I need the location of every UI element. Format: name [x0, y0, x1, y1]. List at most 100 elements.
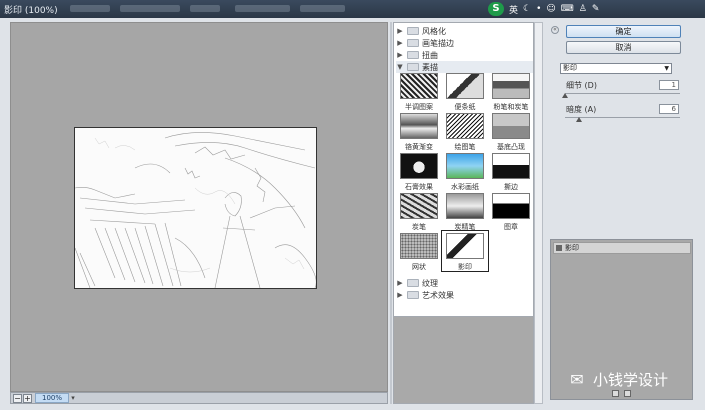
- category-stylize[interactable]: ▶ 风格化: [396, 25, 533, 37]
- folder-icon: [407, 51, 419, 59]
- category-brush-strokes[interactable]: ▶ 画笔描边: [396, 37, 533, 49]
- filter-thumb-bas-relief[interactable]: 基底凸现: [490, 113, 532, 152]
- thumb-label: 粉笔和炭笔: [493, 103, 529, 111]
- filter-thumb-photocopy[interactable]: 影印: [441, 230, 489, 272]
- thumb-label: 撕边: [504, 183, 518, 191]
- folder-icon: [407, 291, 419, 299]
- title-bar: 影印 (100%) S 英 ☾ • ☺ ⌨ ♙ ✎: [0, 0, 705, 18]
- darkness-slider-track[interactable]: [565, 117, 680, 118]
- expand-triangle-icon[interactable]: ▶: [396, 51, 404, 59]
- zoom-dropdown-icon[interactable]: ▾: [69, 394, 77, 403]
- keyboard-icon[interactable]: ⌨: [561, 4, 574, 14]
- category-label: 纹理: [422, 278, 438, 288]
- ok-button[interactable]: 确定: [566, 25, 681, 38]
- visibility-eye-icon[interactable]: [556, 245, 562, 251]
- category-label: 素描: [422, 62, 438, 72]
- smile-icon[interactable]: ☺: [546, 4, 555, 14]
- filter-thumb-chrome[interactable]: 铬黄渐变: [398, 113, 440, 152]
- chevron-down-icon: ▼: [664, 65, 669, 72]
- wechat-icon: ✉: [570, 369, 584, 389]
- preview-status-bar: − + 100% ▾: [10, 392, 388, 404]
- filter-select[interactable]: 影印 ▼: [560, 63, 672, 74]
- category-sketch[interactable]: ▼ 素描: [396, 61, 533, 73]
- zoom-level[interactable]: 100%: [35, 393, 69, 403]
- detail-label: 细节 (D): [566, 81, 597, 90]
- filter-select-value: 影印: [563, 64, 577, 72]
- thumb-label: 图章: [504, 223, 518, 231]
- thumb-image: [446, 233, 484, 259]
- title-bar-blur: [120, 5, 180, 12]
- moon-icon[interactable]: ☾: [523, 4, 531, 14]
- filter-thumb-water-paper[interactable]: 水彩画纸: [444, 153, 486, 192]
- category-artistic[interactable]: ▶ 艺术效果: [396, 289, 533, 301]
- photocopy-sketch-image: [75, 132, 316, 288]
- thumb-image: [492, 113, 530, 139]
- detail-slider-thumb[interactable]: [562, 93, 568, 98]
- filter-thumb-stamp[interactable]: 图章: [490, 193, 532, 232]
- expand-triangle-icon[interactable]: ▶: [396, 291, 404, 299]
- thumb-image: [400, 113, 438, 139]
- title-bar-blur: [70, 5, 110, 12]
- folder-icon: [407, 27, 419, 35]
- thumb-image: [492, 73, 530, 99]
- filter-browser: ▶ 风格化 ▶ 画笔描边 ▶ 扭曲 ▼ 素描 半调图案 便条纸 粉笔和炭笔 铬黄…: [393, 22, 534, 317]
- detail-slider-track[interactable]: [565, 93, 680, 94]
- category-label: 艺术效果: [422, 290, 454, 300]
- category-distort[interactable]: ▶ 扭曲: [396, 49, 533, 61]
- thumb-image: [446, 153, 484, 179]
- filter-browser-empty-area: [393, 317, 534, 404]
- filter-thumb-torn-edges[interactable]: 撕边: [490, 153, 532, 192]
- effect-layer-row[interactable]: 影印: [553, 242, 691, 254]
- thumb-image: [446, 113, 484, 139]
- cancel-button[interactable]: 取消: [566, 41, 681, 54]
- browser-scrollbar[interactable]: [534, 22, 543, 404]
- thumb-label: 半调图案: [405, 103, 433, 111]
- watermark: ✉ 小钱学设计: [565, 369, 668, 390]
- thumb-label: 铬黄渐变: [405, 143, 433, 151]
- filter-thumb-plaster[interactable]: 石膏效果: [398, 153, 440, 192]
- thumb-label: 基底凸现: [497, 143, 525, 151]
- folder-icon: [407, 279, 419, 287]
- thumb-label: 炭笔: [412, 223, 426, 231]
- title-bar-blur: [235, 5, 290, 12]
- filter-gallery-window: − + 100% ▾ ▶ 风格化 ▶ 画笔描边 ▶ 扭曲 ▼ 素描 半调图案 便…: [0, 18, 705, 410]
- collapse-triangle-icon[interactable]: ▼: [396, 63, 404, 71]
- title-bar-blur: [190, 5, 220, 12]
- new-effect-layer-icon[interactable]: [612, 390, 619, 397]
- expand-triangle-icon[interactable]: ▶: [396, 39, 404, 47]
- shirt-icon[interactable]: ♙: [579, 4, 587, 14]
- preview-pane[interactable]: [10, 22, 388, 392]
- wrench-icon[interactable]: ✎: [592, 4, 600, 14]
- thumb-label: 网状: [412, 263, 426, 271]
- window-title: 影印 (100%): [4, 6, 58, 16]
- detail-input[interactable]: 1: [659, 80, 679, 90]
- filter-thumb-halftone[interactable]: 半调图案: [398, 73, 440, 112]
- title-bar-blur: [300, 5, 345, 12]
- ime-mode-label[interactable]: 英: [509, 3, 518, 16]
- expand-triangle-icon[interactable]: ▶: [396, 279, 404, 287]
- folder-icon: [407, 39, 419, 47]
- pane-divider[interactable]: [390, 22, 392, 404]
- dot-icon[interactable]: •: [536, 4, 541, 14]
- filter-thumb-reticulation[interactable]: 网状: [398, 233, 440, 272]
- zoom-out-button[interactable]: −: [13, 394, 22, 403]
- delete-effect-layer-icon[interactable]: [624, 390, 631, 397]
- darkness-slider-thumb[interactable]: [575, 117, 582, 122]
- filter-thumb-chalk-charcoal[interactable]: 粉笔和炭笔: [490, 73, 532, 112]
- preview-image[interactable]: [74, 127, 317, 289]
- category-label: 风格化: [422, 26, 446, 36]
- zoom-in-button[interactable]: +: [23, 394, 32, 403]
- filter-thumb-graphic-pen[interactable]: 绘图笔: [444, 113, 486, 152]
- category-texture[interactable]: ▶ 纹理: [396, 277, 533, 289]
- expand-triangle-icon[interactable]: ▶: [396, 27, 404, 35]
- thumb-image: [400, 73, 438, 99]
- filter-thumb-conte-crayon[interactable]: 炭精笔: [444, 193, 486, 232]
- filter-thumb-charcoal[interactable]: 炭笔: [398, 193, 440, 232]
- darkness-input[interactable]: 6: [659, 104, 679, 114]
- collapse-browser-icon[interactable]: «: [551, 26, 559, 34]
- ime-toolbar[interactable]: S 英 ☾ • ☺ ⌨ ♙ ✎: [488, 1, 599, 17]
- darkness-label: 暗度 (A): [566, 105, 597, 114]
- sogou-logo-icon[interactable]: S: [488, 2, 504, 16]
- thumb-label: 影印: [458, 263, 472, 271]
- filter-thumb-note-paper[interactable]: 便条纸: [444, 73, 486, 112]
